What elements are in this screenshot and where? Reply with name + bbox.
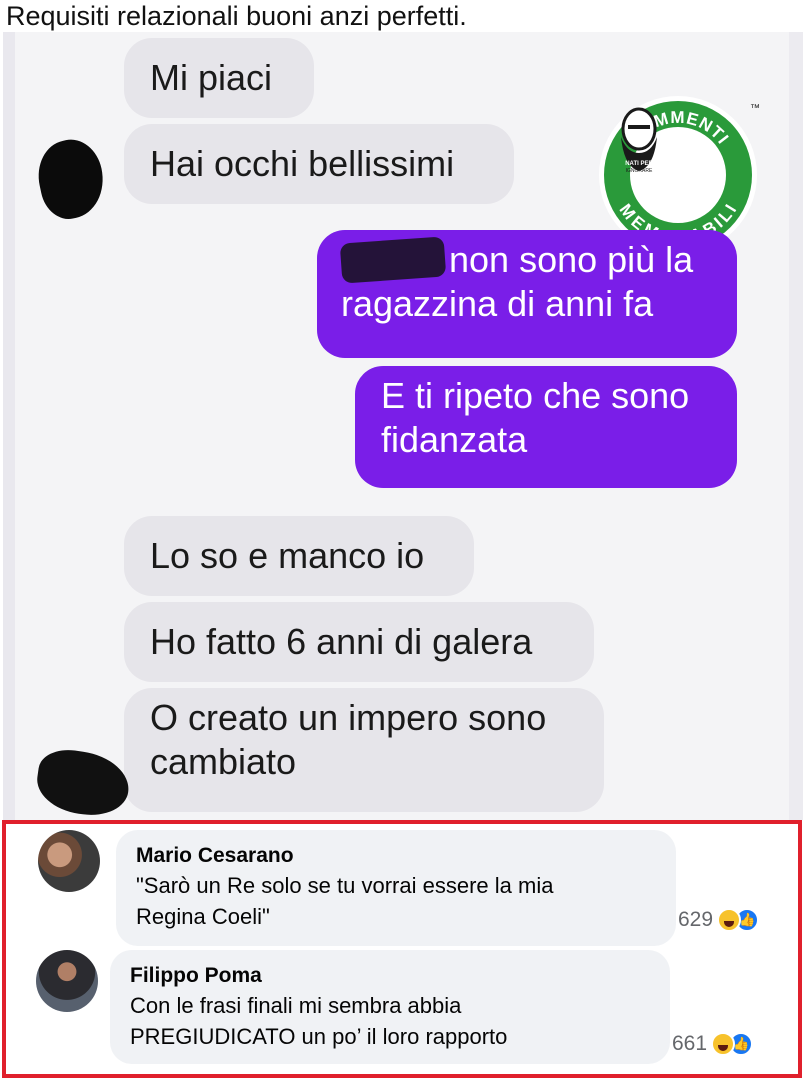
message-incoming: Lo so e manco io <box>124 516 474 596</box>
haha-icon <box>717 908 742 932</box>
reaction-count: 661 <box>672 1032 708 1055</box>
avatar[interactable] <box>38 830 100 892</box>
message-text-line2: cambiato <box>150 741 297 782</box>
comment-bubble: Mario Cesarano "Sarò un Re solo se tu vo… <box>116 830 676 946</box>
avatar[interactable] <box>36 950 98 1012</box>
reaction-summary[interactable]: 629 👍 <box>678 908 760 932</box>
message-outgoing: non sono più la ragazzina di anni fa <box>317 230 737 358</box>
message-text-line2: fidanzata <box>381 419 528 460</box>
comment-text-line2: PREGIUDICATO un po’ il loro rapporto <box>130 1024 508 1049</box>
comment-text-line2: Regina Coeli" <box>136 904 270 929</box>
logo-tagline-2: IGNORARE <box>626 168 653 174</box>
message-text-line1: E ti ripeto che sono <box>381 375 690 416</box>
chat-edge-right <box>789 32 803 820</box>
message-incoming: Ho fatto 6 anni di galera <box>124 602 594 682</box>
comment-text-line1: "Sarò un Re solo se tu vorrai essere la … <box>136 873 554 898</box>
message-text: Lo so e manco io <box>150 535 425 576</box>
message-text-line1: non sono più la <box>449 239 694 280</box>
logo-ring: COMMENTI MEMORABILI NATI PER IGNORARE ™ <box>604 101 760 249</box>
comment-author[interactable]: Filippo Poma <box>130 962 650 990</box>
reaction-summary[interactable]: 661 👍 <box>672 1032 754 1056</box>
redacted-avatar-2 <box>33 745 133 820</box>
comment-author[interactable]: Mario Cesarano <box>136 842 656 870</box>
message-text: Mi piaci <box>150 57 273 98</box>
comment-bubble: Filippo Poma Con le frasi finali mi semb… <box>110 950 670 1064</box>
message-incoming: Hai occhi bellissimi <box>124 124 514 204</box>
trademark-symbol: ™ <box>750 103 760 114</box>
message-outgoing: E ti ripeto che sono fidanzata <box>355 366 737 488</box>
redacted-name <box>339 236 447 284</box>
chat-edge-left <box>3 32 15 820</box>
message-incoming: O creato un impero sono cambiato <box>124 688 604 812</box>
logo-tagline-1: NATI PER <box>625 161 653 167</box>
message-text-line2: ragazzina di anni fa <box>341 283 654 324</box>
comment-text-line1: Con le frasi finali mi sembra abbia <box>130 993 462 1018</box>
comments-section-highlight: Mario Cesarano "Sarò un Re solo se tu vo… <box>2 820 802 1078</box>
message-text: Hai occhi bellissimi <box>150 143 455 184</box>
post-caption: Requisiti relazionali buoni anzi perfett… <box>6 1 467 31</box>
haha-icon <box>711 1032 736 1056</box>
message-incoming: Mi piaci <box>124 38 314 118</box>
chat-screenshot: Mi piaci Hai occhi bellissimi COMMENTI M… <box>3 32 803 820</box>
reaction-count: 629 <box>678 908 714 931</box>
message-text-line1: O creato un impero sono <box>150 697 547 738</box>
redacted-avatar-1 <box>31 134 111 224</box>
message-text: Ho fatto 6 anni di galera <box>150 621 533 662</box>
